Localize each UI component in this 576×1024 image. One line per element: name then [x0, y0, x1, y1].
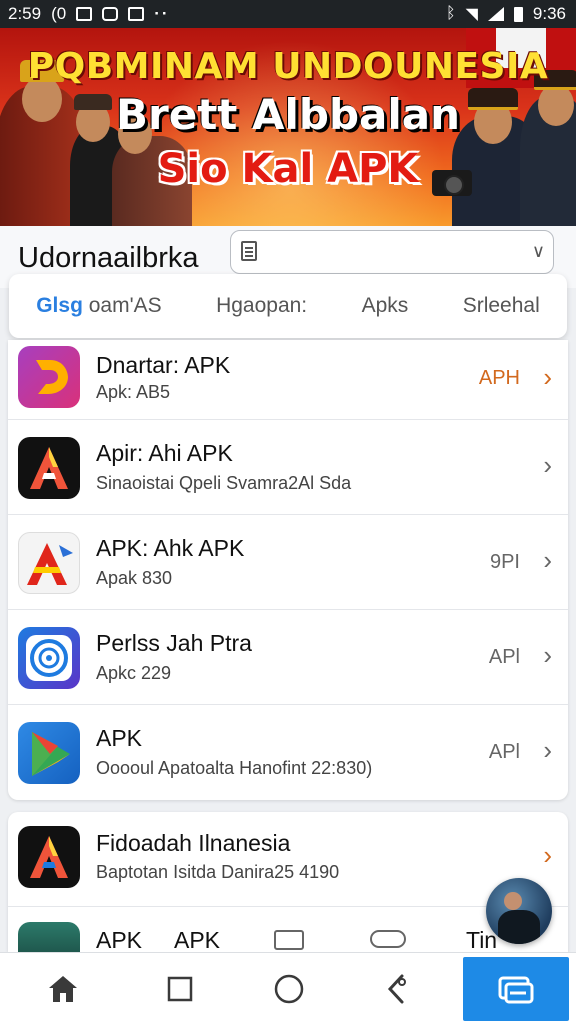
category-tabs: Glsg oam'AS Hgaopan: Apks Srleehal: [9, 274, 567, 338]
avatar-body: [498, 910, 540, 944]
tab-fourth[interactable]: Srleehal: [463, 294, 540, 318]
bottom-nav: [0, 952, 576, 1024]
banner-tagline: Sio Kal APK: [157, 146, 419, 192]
battery-icon: [513, 6, 523, 22]
a-logo-red-icon: [18, 532, 80, 594]
support-avatar-button[interactable]: [486, 878, 552, 944]
app-title: Fidoadah Ilnanesia: [96, 830, 291, 856]
app-badge: APH: [478, 367, 520, 389]
avatar-head: [504, 892, 522, 910]
gallery-notification-icon: [128, 7, 145, 21]
app-badge: APl: [488, 646, 520, 668]
nav-apps[interactable]: [463, 957, 569, 1021]
nav-back[interactable]: [342, 953, 452, 1024]
promo-banner[interactable]: PQBMINAM UNDOUNESIA Brett Albbalan Sio K…: [0, 28, 576, 226]
status-bar: 2:59 (0 ·· ᛒ ◥ 9:36: [0, 0, 576, 28]
app-title: Apir: Ahi APK: [96, 440, 233, 466]
d-logo-icon: [18, 346, 80, 408]
square-icon: [167, 976, 193, 1002]
banner-subtitle: Brett Albbalan: [116, 90, 460, 139]
image-notification-icon: [76, 7, 93, 21]
chevron-right-icon[interactable]: ›: [543, 640, 552, 671]
wifi-icon: ◥: [465, 6, 478, 23]
app-title: Perlss Jah Ptra: [96, 630, 252, 656]
tab-apks[interactable]: Apks: [362, 294, 409, 318]
nav-home[interactable]: [8, 953, 118, 1024]
a-logo-dark-icon: [18, 437, 80, 499]
link-icon: [370, 930, 406, 948]
search-box[interactable]: ∨: [230, 230, 554, 274]
app-subtitle: Sinaoistai Qpeli Svamra2Al Sda: [96, 473, 352, 493]
circle-icon: [274, 974, 304, 1004]
chevron-right-icon[interactable]: ›: [543, 545, 552, 576]
status-time-right: 9:36: [532, 4, 566, 23]
partial-label: APK: [174, 927, 221, 952]
partial-label: APK: [96, 927, 143, 952]
document-icon: [241, 241, 257, 261]
cards-icon: [498, 976, 534, 1004]
tab-all-accent: Glsg: [36, 294, 83, 317]
play-logo-icon: [18, 722, 80, 784]
list-item-partial[interactable]: APK APK Tin: [8, 922, 568, 952]
list-item[interactable]: Dnartar: APK Apk: AB5 APH ›: [8, 340, 568, 420]
app-subtitle: Ooooul Apatoalta Hanofint 22:830): [96, 758, 373, 778]
nav-square[interactable]: [125, 953, 235, 1024]
page-title: Udornaailbrka: [18, 242, 199, 274]
app-subtitle: Apak 830: [96, 568, 173, 588]
list-item[interactable]: Perlss Jah Ptra Apkc 229 APl ›: [8, 610, 568, 705]
banner-title: PQBMINAM UNDOUNESIA: [27, 46, 549, 87]
app-list-more: Fidoadah Ilnanesia Baptotan Isitda Danir…: [8, 812, 568, 952]
status-glyph: (0: [51, 4, 67, 23]
target-logo-icon: [18, 627, 80, 689]
more-notifications-icon: ··: [154, 4, 170, 23]
chevron-right-icon[interactable]: ›: [543, 735, 552, 766]
card-icon: [274, 930, 304, 950]
app-thumbnail-icon: [18, 922, 80, 952]
app-title: Dnartar: APK: [96, 352, 231, 378]
tab-second[interactable]: Hgaopan:: [216, 294, 307, 318]
a-logo-dark-icon: [18, 826, 80, 888]
nav-circle[interactable]: [234, 953, 344, 1024]
chevron-right-icon[interactable]: ›: [543, 362, 552, 393]
chevron-right-icon[interactable]: ›: [543, 450, 552, 481]
chevron-right-icon[interactable]: ›: [543, 840, 552, 871]
app-title: APK: [96, 725, 143, 751]
list-item[interactable]: APK Ooooul Apatoalta Hanofint 22:830) AP…: [8, 705, 568, 800]
app-title: APK: Ahk APK: [96, 535, 245, 561]
tab-all-label: oam'AS: [82, 294, 162, 317]
list-item[interactable]: Apir: Ahi APK Sinaoistai Qpeli Svamra2Al…: [8, 420, 568, 515]
bluetooth-icon: ᛒ: [445, 5, 456, 22]
back-icon: [387, 974, 406, 1004]
list-item[interactable]: APK: Ahk APK Apak 830 9PI ›: [8, 515, 568, 610]
app-subtitle: Baptotan Isitda Danira25 4190: [96, 862, 340, 882]
app-subtitle: Apk: AB5: [96, 382, 171, 402]
app-notification-icon: [102, 7, 119, 21]
app-list: Dnartar: APK Apk: AB5 APH › Apir: Ahi AP…: [8, 340, 568, 800]
home-icon: [49, 976, 77, 1002]
status-time: 2:59: [8, 4, 42, 23]
list-item[interactable]: Fidoadah Ilnanesia Baptotan Isitda Danir…: [8, 812, 568, 907]
search-input[interactable]: [267, 237, 517, 267]
chevron-down-icon[interactable]: ∨: [532, 241, 545, 262]
tab-all[interactable]: Glsg oam'AS: [36, 294, 161, 318]
app-badge: 9PI: [489, 551, 520, 573]
app-subtitle: Apkc 229: [96, 663, 172, 683]
app-badge: APl: [488, 741, 520, 763]
signal-icon: [487, 7, 504, 21]
